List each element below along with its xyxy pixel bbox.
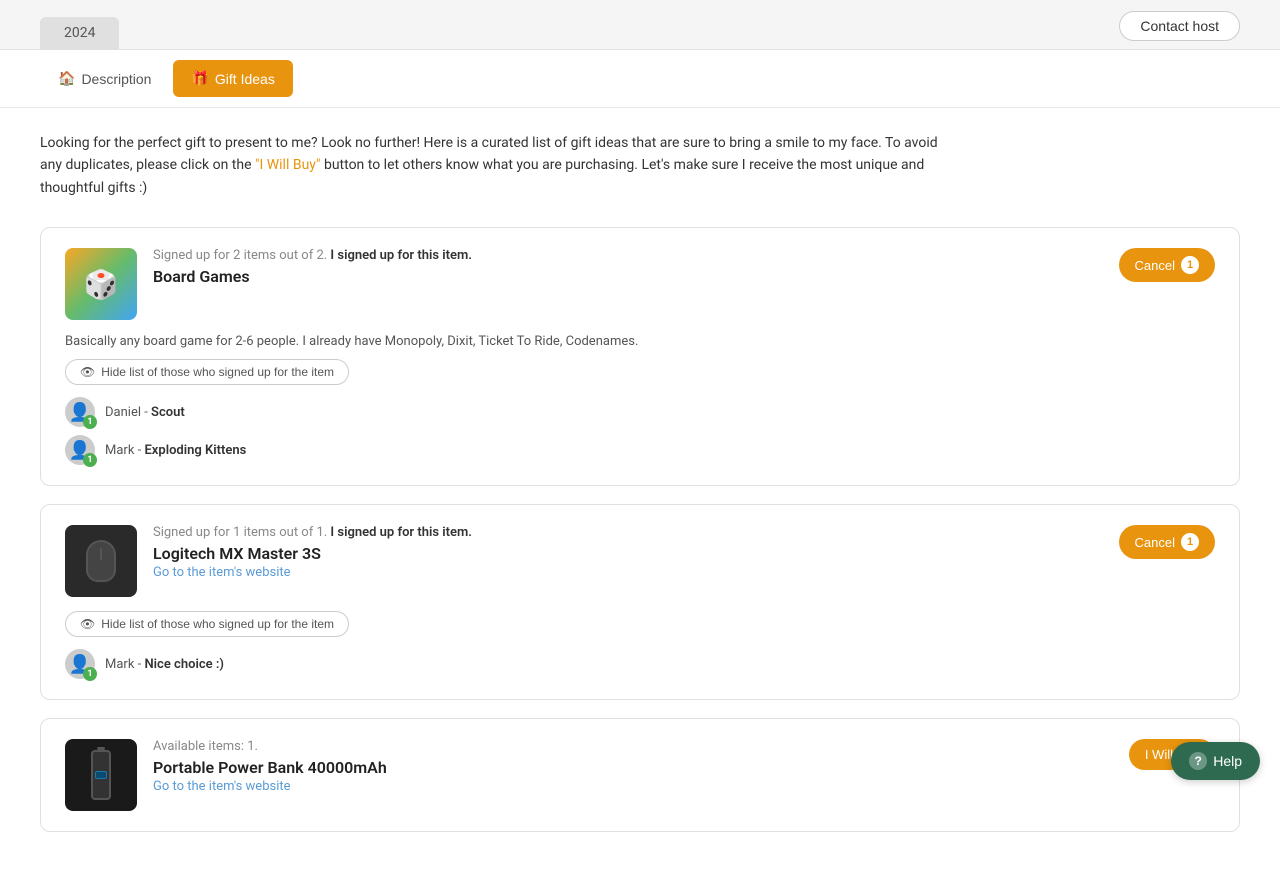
tab-gift-ideas[interactable]: 🎁 Gift Ideas <box>173 60 292 97</box>
help-icon: ? <box>1189 752 1207 770</box>
avatar-badge: 1 <box>83 415 97 429</box>
gift-description: Basically any board game for 2-6 people.… <box>65 334 1215 349</box>
board-games-image: 🎲 <box>65 248 137 320</box>
cancel-button-board-games[interactable]: Cancel 1 <box>1119 248 1215 282</box>
gift-card-logitech: Signed up for 1 items out of 1. I signed… <box>40 504 1240 700</box>
gift-card-powerbank: Available items: 1. Portable Power Bank … <box>40 718 1240 832</box>
eye-icon: 👁 <box>80 365 95 379</box>
year-tab[interactable]: 2024 <box>40 17 119 49</box>
signup-item: 👤 1 Mark - Nice choice :) <box>65 649 1215 679</box>
signup-name: Mark - Nice choice :) <box>105 657 224 672</box>
highlight-text: "I Will Buy" <box>255 157 321 173</box>
cancel-badge: 1 <box>1181 533 1199 551</box>
signup-name: Daniel - Scout <box>105 405 185 420</box>
gift-title: Logitech MX Master 3S <box>153 544 472 563</box>
cancel-badge: 1 <box>1181 256 1199 274</box>
help-button[interactable]: ? Help <box>1171 742 1260 780</box>
signup-item: 👤 1 Daniel - Scout <box>65 397 1215 427</box>
gift-link[interactable]: Go to the item's website <box>153 779 387 794</box>
powerbank-image <box>65 739 137 811</box>
hide-list-button[interactable]: 👁 Hide list of those who signed up for t… <box>65 359 349 385</box>
gift-title: Board Games <box>153 267 472 286</box>
gift-card-board-games: 🎲 Signed up for 2 items out of 2. I sign… <box>40 227 1240 486</box>
hide-list-button[interactable]: 👁 Hide list of those who signed up for t… <box>65 611 349 637</box>
avatar-badge: 1 <box>83 453 97 467</box>
signup-name: Mark - Exploding Kittens <box>105 443 246 458</box>
tab-description[interactable]: 🏠 Description <box>40 60 169 97</box>
home-icon: 🏠 <box>58 70 75 87</box>
signup-item: 👤 1 Mark - Exploding Kittens <box>65 435 1215 465</box>
cancel-button-logitech[interactable]: Cancel 1 <box>1119 525 1215 559</box>
eye-icon: 👁 <box>80 617 95 631</box>
contact-host-button[interactable]: Contact host <box>1119 11 1240 41</box>
gift-status: Available items: 1. <box>153 739 387 754</box>
gift-status: Signed up for 2 items out of 2. I signed… <box>153 248 472 263</box>
avatar-badge: 1 <box>83 667 97 681</box>
intro-text: Looking for the perfect gift to present … <box>40 132 960 199</box>
gift-link[interactable]: Go to the item's website <box>153 565 472 580</box>
gift-icon: 🎁 <box>191 70 208 87</box>
gift-title: Portable Power Bank 40000mAh <box>153 758 387 777</box>
logitech-image <box>65 525 137 597</box>
gift-status: Signed up for 1 items out of 1. I signed… <box>153 525 472 540</box>
